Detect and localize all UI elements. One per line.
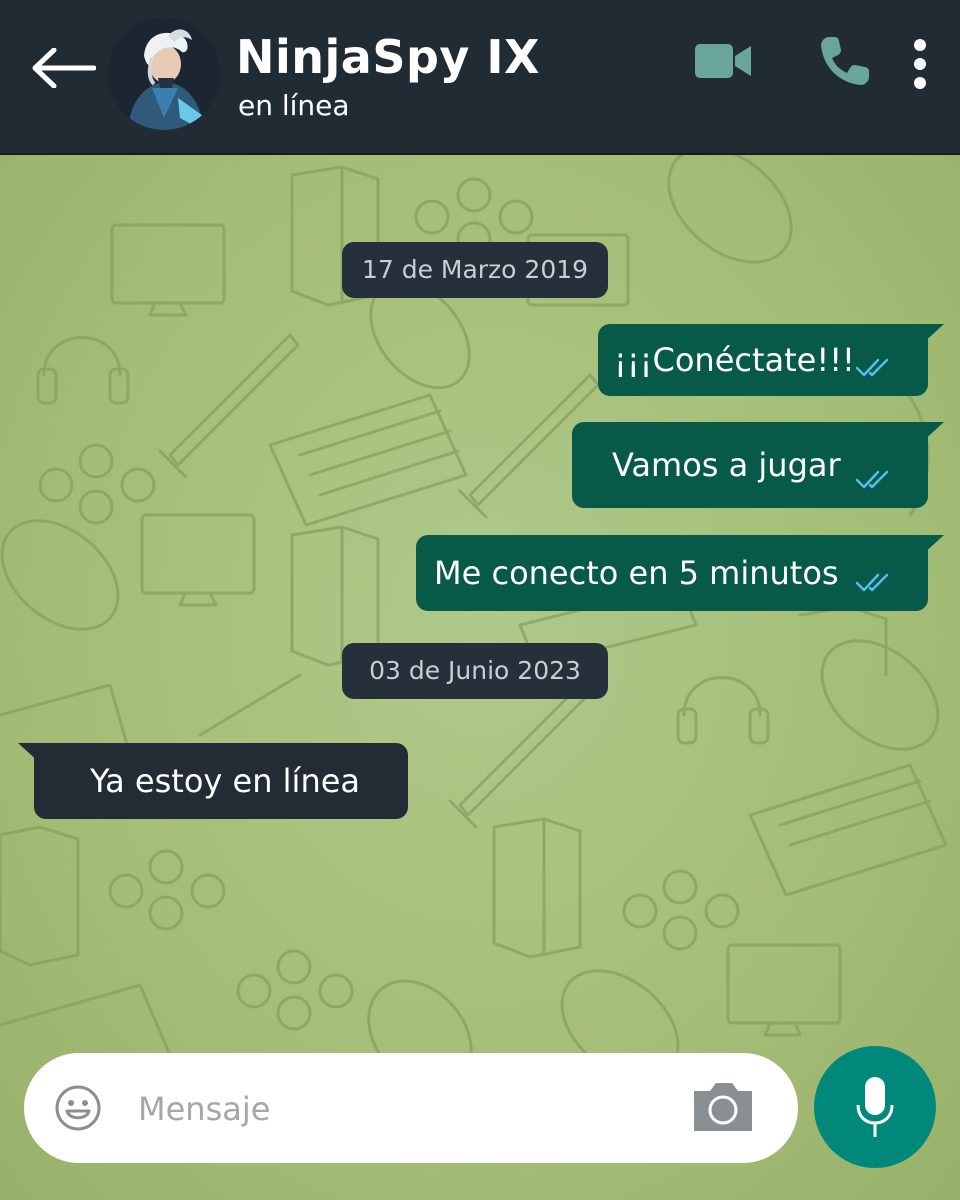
voice-call-button[interactable] xyxy=(814,30,876,92)
outgoing-message[interactable]: ¡¡¡Conéctate!!! xyxy=(598,324,944,396)
message-composer xyxy=(24,1053,798,1163)
bubble-tail xyxy=(18,743,44,763)
chat-area[interactable]: 17 de Marzo 2019 ¡¡¡Conéctate!!! Vamos a… xyxy=(0,155,960,1200)
chat-header: NinjaSpy IX en línea xyxy=(0,0,960,155)
back-arrow-icon xyxy=(32,48,96,88)
outgoing-message[interactable]: Me conecto en 5 minutos xyxy=(416,535,944,611)
contact-name[interactable]: NinjaSpy IX xyxy=(236,30,540,84)
message-text: Ya estoy en línea xyxy=(90,762,361,800)
incoming-message[interactable]: Ya estoy en línea xyxy=(18,743,408,819)
message-text: Me conecto en 5 minutos xyxy=(434,554,839,592)
phone-icon xyxy=(821,37,869,85)
bubble-tail xyxy=(918,324,944,344)
message-text: Vamos a jugar xyxy=(612,446,841,484)
avatar[interactable] xyxy=(108,18,220,130)
date-separator: 03 de Junio 2023 xyxy=(342,643,608,699)
contact-status: en línea xyxy=(238,89,350,122)
avatar-image xyxy=(108,18,220,130)
date-separator: 17 de Marzo 2019 xyxy=(342,242,608,298)
video-call-icon xyxy=(695,44,751,78)
read-ticks-icon xyxy=(855,573,889,592)
back-button[interactable] xyxy=(28,40,98,96)
voice-message-button[interactable] xyxy=(814,1046,936,1168)
emoji-icon[interactable] xyxy=(54,1084,102,1132)
read-ticks-icon xyxy=(855,358,889,377)
camera-icon[interactable] xyxy=(690,1079,756,1135)
more-options-button[interactable] xyxy=(902,36,938,92)
microphone-icon xyxy=(856,1077,894,1137)
message-text: ¡¡¡Conéctate!!! xyxy=(614,341,855,379)
bubble-tail xyxy=(918,422,944,442)
message-input[interactable] xyxy=(136,1081,680,1137)
video-call-button[interactable] xyxy=(690,36,756,86)
outgoing-message[interactable]: Vamos a jugar xyxy=(572,422,944,508)
more-options-icon xyxy=(914,39,926,89)
read-ticks-icon xyxy=(855,470,889,489)
bubble-tail xyxy=(918,535,944,555)
